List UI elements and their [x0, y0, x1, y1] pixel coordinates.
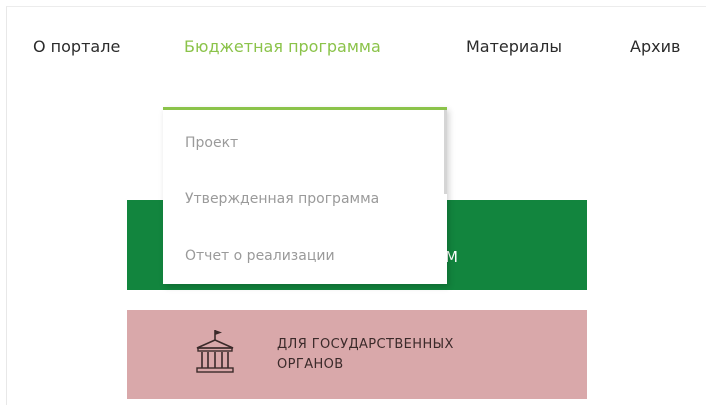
nav-item-archive[interactable]: Архив [630, 27, 680, 67]
dropdown-item-implementation-report[interactable]: Отчет о реализации [185, 248, 335, 264]
government-bodies-label-line2: ОРГАНОВ [277, 357, 344, 372]
government-bodies-banner-button[interactable]: ДЛЯ ГОСУДАРСТВЕННЫХ ОРГАНОВ [127, 310, 587, 399]
dropdown-scrollbar[interactable] [444, 110, 447, 194]
dropdown-item-approved-program[interactable]: Утвержденная программа [185, 191, 379, 207]
government-building-icon [196, 330, 234, 373]
nav-item-budget-program[interactable]: Бюджетная программа [184, 27, 381, 67]
top-navigation: О портале Бюджетная программа Материалы … [0, 27, 706, 67]
budget-program-dropdown-menu: Проект Утвержденная программа Отчет о ре… [163, 107, 447, 284]
nav-item-about[interactable]: О портале [33, 27, 120, 67]
dropdown-item-project[interactable]: Проект [185, 135, 238, 151]
government-bodies-label-line1: ДЛЯ ГОСУДАРСТВЕННЫХ [277, 337, 454, 352]
nav-item-materials[interactable]: Материалы [466, 27, 562, 67]
government-bodies-label: ДЛЯ ГОСУДАРСТВЕННЫХ ОРГАНОВ [277, 335, 454, 375]
